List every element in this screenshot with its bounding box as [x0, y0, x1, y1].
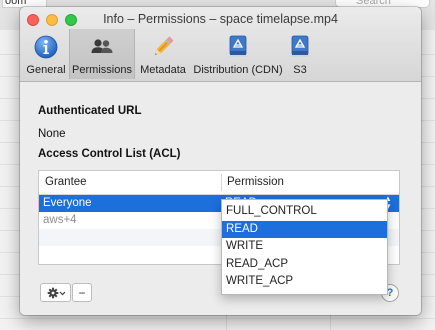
menu-item-read-acp[interactable]: READ_ACP — [222, 256, 387, 274]
menu-item-full-control[interactable]: FULL_CONTROL — [222, 203, 387, 221]
acl-table-header: Grantee Permission — [39, 171, 399, 195]
menu-item-read[interactable]: READ — [222, 220, 387, 238]
remove-grant-button[interactable]: − — [72, 283, 92, 302]
tab-s3[interactable]: S3 — [286, 29, 314, 79]
tab-permissions[interactable]: Permissions — [69, 29, 135, 79]
actions-gear-button[interactable] — [40, 283, 71, 302]
background-row-line — [0, 318, 435, 319]
menu-item-write-acp[interactable]: WRITE_ACP — [222, 273, 387, 291]
tab-general[interactable]: General — [23, 29, 69, 79]
window-title: Info – Permissions – space timelapse.mp4 — [103, 12, 338, 26]
pencil-icon — [155, 36, 174, 55]
tab-metadata[interactable]: Metadata — [136, 29, 190, 79]
grantee-cell: Everyone — [43, 197, 92, 209]
tab-distribution-cdn[interactable]: Distribution (CDN) — [191, 29, 285, 79]
tab-distribution-label: Distribution (CDN) — [193, 64, 283, 76]
titlebar: Info – Permissions – space timelapse.mp4… — [20, 7, 421, 82]
column-header-grantee[interactable]: Grantee — [39, 171, 221, 194]
menu-item-write[interactable]: WRITE — [222, 238, 387, 256]
info-icon — [34, 35, 58, 59]
authenticated-url-heading: Authenticated URL — [38, 105, 142, 117]
authenticated-url-value: None — [38, 128, 66, 140]
permission-dropdown-menu[interactable]: FULL_CONTROL READ WRITE READ_ACP WRITE_A… — [221, 199, 388, 295]
cdn-bucket-icon — [229, 35, 247, 57]
tab-general-label: General — [26, 64, 66, 76]
s3-bucket-icon — [291, 35, 309, 57]
tab-s3-label: S3 — [293, 64, 307, 76]
tab-metadata-label: Metadata — [140, 64, 186, 76]
grantee-cell: aws+4 — [43, 214, 77, 226]
column-header-permission[interactable]: Permission — [221, 171, 399, 194]
tab-permissions-label: Permissions — [72, 64, 132, 76]
acl-heading: Access Control List (ACL) — [38, 148, 181, 160]
gear-icon — [47, 287, 65, 298]
users-icon — [91, 39, 113, 53]
